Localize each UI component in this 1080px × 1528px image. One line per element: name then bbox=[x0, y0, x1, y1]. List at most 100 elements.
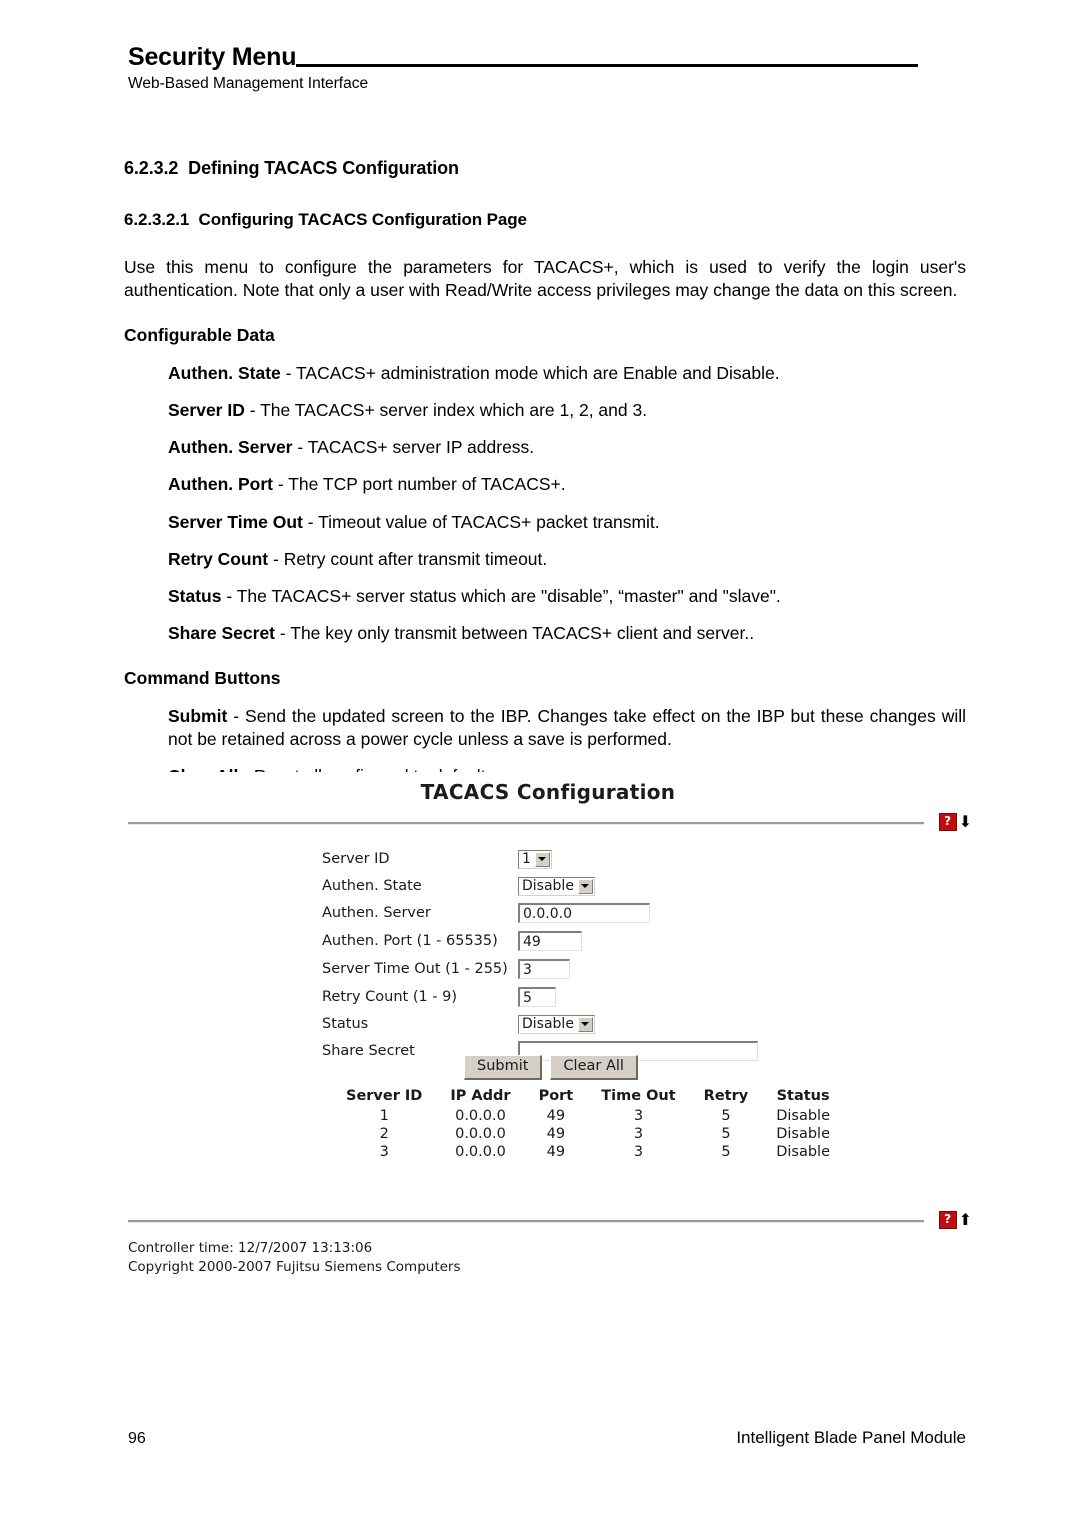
form-row-authen-port: Authen. Port (1 - 65535) 49 bbox=[322, 927, 582, 955]
arrow-down-icon[interactable]: ⬇ bbox=[959, 814, 972, 830]
bottom-divider bbox=[128, 1220, 924, 1223]
server-time-out-input[interactable]: 3 bbox=[518, 959, 570, 979]
list-item: Server Time Out - Timeout value of TACAC… bbox=[168, 511, 966, 534]
description: - The TACACS+ server status which are "d… bbox=[221, 586, 781, 607]
term: Authen. Server bbox=[168, 437, 293, 458]
cell-server-id: 2 bbox=[379, 1126, 389, 1142]
screenshot-title: TACACS Configuration bbox=[420, 780, 676, 804]
server-id-value: 1 bbox=[522, 851, 531, 867]
server-id-select[interactable]: 1 bbox=[518, 849, 552, 869]
top-icon-group: ? ⬇ bbox=[938, 813, 972, 831]
cell-server-id: 1 bbox=[379, 1108, 389, 1124]
page-number: 96 bbox=[128, 1430, 146, 1447]
footer-product-name: Intelligent Blade Panel Module bbox=[736, 1428, 966, 1447]
page-header-title-row: Security Menu bbox=[128, 44, 918, 70]
help-icon[interactable]: ? bbox=[938, 813, 957, 831]
form-row-retry-count: Retry Count (1 - 9) 5 bbox=[322, 983, 556, 1011]
list-item: Server ID - The TACACS+ server index whi… bbox=[168, 399, 966, 422]
cell-retry: 5 bbox=[721, 1126, 731, 1142]
column-header-retry: Retry bbox=[703, 1088, 749, 1104]
cell-status: Disable bbox=[776, 1108, 831, 1124]
status-select[interactable]: Disable bbox=[518, 1014, 595, 1034]
chevron-down-icon[interactable] bbox=[577, 878, 593, 894]
authen-port-input[interactable]: 49 bbox=[518, 931, 582, 951]
column-header-port: Port bbox=[538, 1088, 574, 1104]
cell-port: 49 bbox=[546, 1108, 566, 1124]
table-body: 1 0.0.0.0 49 3 5 Disable 2 0.0.0.0 49 3 … bbox=[332, 1107, 844, 1161]
header-rule bbox=[296, 64, 918, 68]
control-authen-server: 0.0.0.0 bbox=[518, 903, 650, 923]
control-server-time-out: 3 bbox=[518, 959, 570, 979]
list-item: Authen. Port - The TCP port number of TA… bbox=[168, 473, 966, 496]
cell-status: Disable bbox=[776, 1126, 831, 1142]
submit-button[interactable]: Submit bbox=[464, 1055, 543, 1080]
cell-ip-addr: 0.0.0.0 bbox=[455, 1108, 506, 1124]
help-icon[interactable]: ? bbox=[938, 1211, 957, 1229]
authen-state-value: Disable bbox=[522, 878, 574, 894]
clear-all-button[interactable]: Clear All bbox=[550, 1055, 638, 1080]
button-group: Submit Clear All bbox=[464, 1055, 638, 1080]
copyright-text: Copyright 2000-2007 Fujitsu Siemens Comp… bbox=[128, 1259, 461, 1276]
cell-port: 49 bbox=[546, 1144, 566, 1160]
description: - Retry count after transmit timeout. bbox=[268, 548, 548, 569]
section-title: Defining TACACS Configuration bbox=[188, 158, 459, 178]
screenshot-footer: ? ⬆ Controller time: 12/7/2007 13:13:06 … bbox=[124, 1202, 972, 1276]
form-row-authen-server: Authen. Server 0.0.0.0 bbox=[322, 899, 650, 927]
table-header-row: Server ID IP Addr Port Time Out Retry St… bbox=[332, 1087, 844, 1107]
chevron-down-icon[interactable] bbox=[577, 1016, 593, 1032]
subsection-title: Configuring TACACS Configuration Page bbox=[198, 210, 528, 229]
column-header-time-out: Time Out bbox=[601, 1088, 676, 1104]
term: Retry Count bbox=[168, 548, 269, 569]
term: Authen. Port bbox=[168, 474, 273, 495]
section-heading: 6.2.3.2 Defining TACACS Configuration bbox=[124, 158, 966, 179]
intro-paragraph: Use this menu to configure the parameter… bbox=[124, 257, 966, 301]
term: Submit bbox=[168, 705, 228, 726]
description: - TACACS+ administration mode which are … bbox=[280, 362, 780, 383]
cell-port: 49 bbox=[546, 1126, 566, 1142]
label-authen-state: Authen. State bbox=[322, 878, 422, 894]
table-row: 1 0.0.0.0 49 3 5 Disable bbox=[332, 1107, 844, 1125]
cell-time-out: 3 bbox=[633, 1126, 644, 1142]
tacacs-form: Server ID 1 Authen. State Disable Authen… bbox=[124, 841, 972, 1061]
page-title: Security Menu bbox=[128, 43, 297, 71]
list-item: Authen. Server - TACACS+ server IP addre… bbox=[168, 436, 966, 459]
subsection-number: 6.2.3.2.1 bbox=[124, 210, 190, 229]
form-row-authen-state: Authen. State Disable bbox=[322, 872, 595, 900]
control-authen-state: Disable bbox=[518, 876, 595, 896]
cell-ip-addr: 0.0.0.0 bbox=[455, 1126, 506, 1142]
description: - Timeout value of TACACS+ packet transm… bbox=[302, 511, 660, 532]
authen-state-select[interactable]: Disable bbox=[518, 876, 595, 896]
chevron-down-icon[interactable] bbox=[534, 851, 550, 867]
form-row-server-id: Server ID 1 bbox=[322, 845, 552, 873]
description: - The TCP port number of TACACS+. bbox=[273, 474, 566, 495]
form-row-status: Status Disable bbox=[322, 1010, 595, 1038]
label-authen-server: Authen. Server bbox=[322, 905, 431, 921]
term: Server Time Out bbox=[168, 511, 303, 532]
retry-count-input[interactable]: 5 bbox=[518, 987, 556, 1007]
page-subtitle: Web-Based Management Interface bbox=[128, 75, 369, 93]
status-value: Disable bbox=[522, 1016, 574, 1032]
column-header-ip-addr: IP Addr bbox=[450, 1088, 511, 1104]
top-divider bbox=[128, 822, 924, 825]
embedded-screenshot: TACACS Configuration ? ⬇ Server ID 1 Aut… bbox=[124, 772, 972, 1275]
page-header: Security Menu Web-Based Management Inter… bbox=[128, 44, 918, 94]
list-item: Status - The TACACS+ server status which… bbox=[168, 585, 966, 608]
section-number: 6.2.3.2 bbox=[124, 158, 179, 178]
list-item: Retry Count - Retry count after transmit… bbox=[168, 548, 966, 571]
list-item: Share Secret - The key only transmit bet… bbox=[168, 622, 966, 645]
authen-server-input[interactable]: 0.0.0.0 bbox=[518, 903, 650, 923]
arrow-up-icon[interactable]: ⬆ bbox=[959, 1212, 972, 1228]
top-rule-row: ? ⬇ bbox=[124, 813, 972, 835]
document-body: 6.2.3.2 Defining TACACS Configuration 6.… bbox=[124, 158, 966, 788]
list-item: Authen. State - TACACS+ administration m… bbox=[168, 362, 966, 385]
cell-server-id: 3 bbox=[379, 1144, 389, 1160]
bottom-rule-row: ? ⬆ bbox=[124, 1211, 972, 1233]
configurable-data-list: Authen. State - TACACS+ administration m… bbox=[124, 362, 966, 646]
label-authen-port: Authen. Port (1 - 65535) bbox=[322, 933, 498, 949]
table-head: Server ID IP Addr Port Time Out Retry St… bbox=[332, 1087, 844, 1107]
command-buttons-heading: Command Buttons bbox=[124, 667, 281, 688]
cell-retry: 5 bbox=[721, 1144, 731, 1160]
cell-time-out: 3 bbox=[633, 1144, 644, 1160]
controller-time: Controller time: 12/7/2007 13:13:06 bbox=[128, 1240, 373, 1256]
description: - Send the updated screen to the IBP. Ch… bbox=[168, 705, 966, 749]
